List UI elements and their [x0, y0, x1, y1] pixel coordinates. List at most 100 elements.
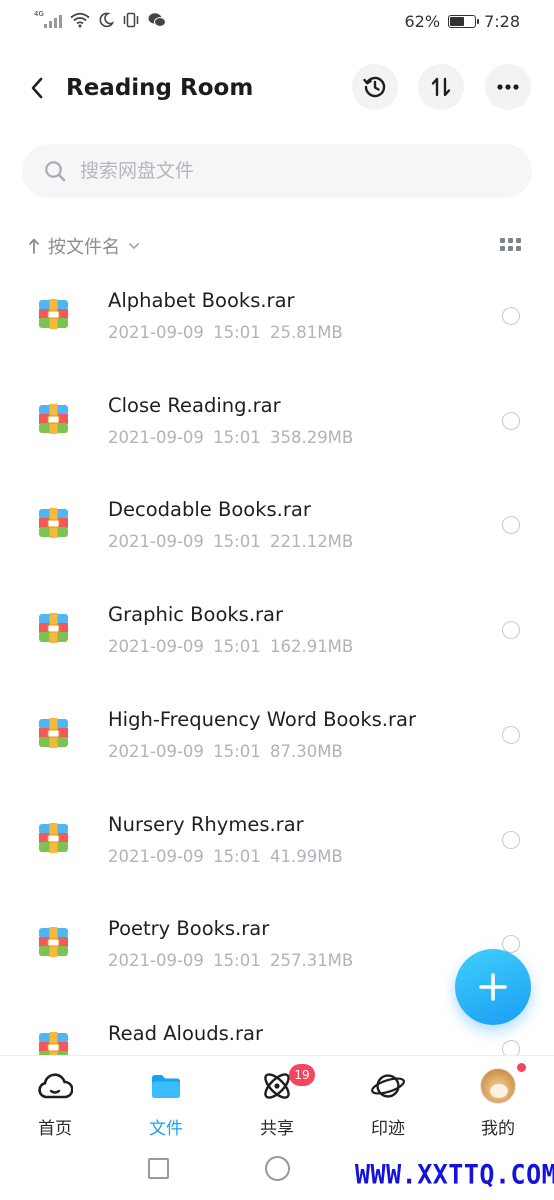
archive-file-icon: [38, 822, 69, 854]
more-button[interactable]: [485, 64, 531, 110]
file-row[interactable]: Nursery Rhymes.rar 2021-09-09 15:01 41.99…: [0, 789, 554, 894]
archive-file-icon: [38, 717, 69, 749]
file-meta: 2021-09-09 15:01 25.81MB: [108, 322, 343, 344]
nav-files[interactable]: 文件: [111, 1056, 221, 1146]
cloud-icon: [37, 1068, 73, 1104]
file-time: 15:01: [213, 637, 261, 657]
search-icon: [45, 161, 66, 182]
home-button[interactable]: [265, 1156, 290, 1181]
nav-home[interactable]: 首页: [0, 1056, 110, 1146]
file-time: 15:01: [213, 951, 261, 971]
file-date: 2021-09-09: [108, 846, 204, 866]
file-name: Nursery Rhymes.rar: [108, 812, 304, 836]
moon-icon: [99, 12, 114, 28]
file-name: Read Alouds.rar: [108, 1021, 263, 1045]
file-date: 2021-09-09: [108, 741, 204, 761]
select-radio[interactable]: [502, 1039, 520, 1055]
nav-me[interactable]: 我的: [443, 1056, 553, 1146]
battery-percent: 62%: [404, 12, 441, 31]
archive-file-icon: [38, 298, 69, 330]
file-name: Alphabet Books.rar: [108, 289, 295, 312]
file-row[interactable]: High-Frequency Word Books.rar 2021-09-09 …: [0, 684, 554, 789]
archive-file-icon: [38, 612, 69, 644]
file-name: Poetry Books.rar: [108, 917, 270, 941]
file-date: 2021-09-09: [108, 427, 204, 447]
network-type: 4G: [34, 10, 44, 18]
select-radio[interactable]: [502, 411, 520, 430]
add-button[interactable]: [455, 949, 531, 1025]
nav-share[interactable]: 共享: [222, 1056, 332, 1146]
file-row[interactable]: Decodable Books.rar 2021-09-09 15:01 221.…: [0, 474, 554, 579]
file-meta: 2021-09-09 15:01 221.12MB: [108, 531, 353, 553]
file-row[interactable]: Graphic Books.rar 2021-09-09 15:01 162.91…: [0, 579, 554, 684]
archive-file-icon: [38, 1031, 69, 1055]
file-name: High-Frequency Word Books.rar: [108, 707, 416, 731]
archive-file-icon: [38, 926, 69, 958]
nav-share-label: 共享: [260, 1119, 294, 1139]
file-name: Decodable Books.rar: [108, 498, 311, 522]
history-icon: [363, 76, 386, 98]
top-app-bar: Reading Room: [0, 60, 554, 116]
archive-file-icon: [38, 403, 69, 435]
cellular-signal-icon: 4G: [34, 10, 62, 28]
file-row[interactable]: Alphabet Books.rar 2021-09-09 15:01 25.81…: [0, 265, 554, 370]
sort-arrows-icon: [431, 77, 451, 97]
page-title: Reading Room: [66, 75, 254, 101]
select-radio[interactable]: [502, 307, 520, 325]
status-icons: 4G: [34, 10, 166, 28]
archive-file-icon: [38, 507, 69, 539]
vibrate-icon: [123, 12, 139, 28]
file-date: 2021-09-09: [108, 637, 204, 657]
sort-order-button[interactable]: [418, 64, 464, 110]
back-button[interactable]: [22, 72, 52, 104]
chevron-down-icon: [129, 243, 139, 249]
folder-icon: [148, 1068, 184, 1104]
nav-traces-label: 印迹: [371, 1119, 405, 1139]
status-bar: 4G 62% 7:28: [0, 0, 554, 46]
nav-files-label: 文件: [149, 1119, 183, 1139]
status-right: 62% 7:28: [405, 12, 521, 31]
file-list: Alphabet Books.rar 2021-09-09 15:01 25.81…: [0, 265, 554, 1055]
sort-bar: 按文件名: [28, 230, 528, 262]
nav-traces[interactable]: 印迹: [333, 1056, 443, 1146]
wechat-icon: [148, 13, 166, 27]
file-size: 162.91MB: [269, 637, 354, 657]
file-time: 15:01: [213, 427, 261, 447]
file-size: 41.99MB: [269, 846, 343, 866]
select-radio[interactable]: [502, 621, 520, 640]
recents-button[interactable]: [148, 1158, 169, 1179]
file-size: 257.31MB: [269, 951, 354, 971]
search-input[interactable]: [80, 160, 480, 182]
nav-me-label: 我的: [481, 1119, 515, 1139]
select-radio[interactable]: [502, 725, 520, 744]
clock: 7:28: [484, 12, 520, 31]
select-radio[interactable]: [502, 516, 520, 535]
watermark-text: WWW.XXTTQ.COM: [355, 1159, 554, 1190]
share-count-badge: 19: [289, 1064, 315, 1086]
grid-view-icon[interactable]: [500, 238, 522, 254]
file-size: 221.12MB: [269, 532, 354, 552]
file-meta: 2021-09-09 15:01 162.91MB: [108, 636, 353, 658]
arrow-up-icon: [29, 238, 39, 254]
file-time: 15:01: [213, 532, 261, 552]
battery-icon: [448, 15, 480, 28]
plus-icon: [479, 973, 507, 1001]
file-meta: 2021-09-09 15:01 358.29MB: [108, 427, 353, 449]
history-button[interactable]: [352, 64, 398, 110]
file-meta: 2021-09-09 15:01 87.30MB: [108, 741, 343, 763]
file-size: 25.81MB: [269, 323, 343, 342]
file-date: 2021-09-09: [108, 323, 204, 342]
file-date: 2021-09-09: [108, 951, 204, 971]
file-name: Graphic Books.rar: [108, 603, 284, 627]
search-bar[interactable]: [22, 144, 532, 198]
planet-icon: [370, 1068, 406, 1104]
sort-by-name-toggle[interactable]: 按文件名: [28, 230, 140, 262]
file-name: Close Reading.rar: [108, 393, 281, 417]
avatar: [480, 1068, 516, 1104]
file-meta: 2021-09-09 15:01 41.99MB: [108, 846, 343, 868]
nav-home-label: 首页: [38, 1119, 72, 1139]
file-time: 15:01: [213, 741, 261, 761]
file-size: 87.30MB: [269, 741, 343, 761]
file-row[interactable]: Close Reading.rar 2021-09-09 15:01 358.29…: [0, 370, 554, 475]
select-radio[interactable]: [502, 830, 520, 849]
